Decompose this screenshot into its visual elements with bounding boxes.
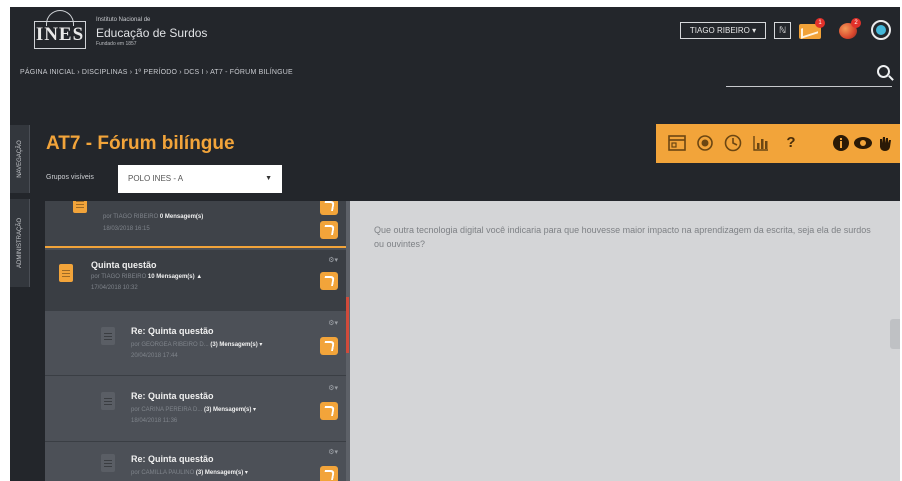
reply-icon[interactable] <box>320 272 338 290</box>
document-icon <box>101 327 115 345</box>
list-item[interactable]: Quinta questão por TIAGO RIBEIRO 10 Mens… <box>45 250 346 310</box>
breadcrumb[interactable]: PÁGINA INICIAL › DISCIPLINAS › 1º PERÍOD… <box>20 69 293 76</box>
post-title[interactable]: Quinta questão <box>91 260 157 270</box>
forum-toolbar: ? <box>656 124 900 163</box>
gear-icon[interactable]: ⚙▾ <box>328 319 338 327</box>
post-author: por TIAGO RIBEIRO <box>91 274 147 280</box>
info-button[interactable] <box>830 132 852 154</box>
message-text: Que outra tecnologia digital você indica… <box>374 225 871 249</box>
gear-icon[interactable]: ⚙▾ <box>328 256 338 264</box>
info-icon <box>833 135 849 151</box>
post-title[interactable]: Re: Quinta questão <box>131 391 214 401</box>
post-meta: por CARINA PEREIRA D... (3) Mensagem(s) … <box>131 406 256 413</box>
reply-icon[interactable] <box>320 201 338 215</box>
user-menu[interactable]: TIAGO RIBEIRO ▾ <box>680 22 766 39</box>
post-date: 17/04/2018 10:32 <box>91 285 138 291</box>
chart-icon <box>753 136 768 151</box>
org-name-line2: Educação de Surdos <box>96 26 208 40</box>
post-title[interactable]: Re: Quinta questão <box>131 326 214 336</box>
search-icon[interactable] <box>877 65 890 78</box>
post-author: por CAMILLA PAULINO <box>131 470 195 476</box>
document-icon <box>101 392 115 410</box>
post-date: 18/04/2018 11:36 <box>131 418 178 424</box>
list-item[interactable]: Re: Quinta questão por GEORGEA RIBEIRO D… <box>45 310 346 375</box>
chevron-down-icon: ▼ <box>265 175 272 182</box>
page-title: AT7 - Fórum bilíngue <box>46 133 235 154</box>
search-input[interactable] <box>726 86 892 87</box>
moodle-window: INES Instituto Nacional de Educação de S… <box>10 7 900 481</box>
clock-icon <box>724 134 742 152</box>
reply-icon[interactable] <box>320 466 338 481</box>
document-icon <box>73 201 87 213</box>
logo[interactable]: INES <box>34 21 86 49</box>
gear-icon[interactable]: ⚙▾ <box>328 384 338 392</box>
post-count[interactable]: (3) Mensagem(s) ▾ <box>196 470 248 476</box>
history-button[interactable] <box>722 132 744 154</box>
tab-navigation[interactable]: NAVEGAÇÃO <box>10 125 30 193</box>
rss-button[interactable]: ℕ <box>774 22 791 39</box>
chat-icon[interactable] <box>871 20 891 40</box>
post-author: por GEORGEA RIBEIRO D... <box>131 342 209 348</box>
tab-administration-label: ADMINISTRAÇÃO <box>16 217 23 269</box>
pane-splitter-indicator <box>346 297 349 353</box>
post-date: 20/04/2018 17:44 <box>131 353 178 359</box>
post-meta: por CAMILLA PAULINO (3) Mensagem(s) ▾ <box>131 469 248 476</box>
post-meta: por GEORGEA RIBEIRO D... (3) Mensagem(s)… <box>131 341 262 348</box>
post-count[interactable]: (3) Mensagem(s) ▾ <box>210 342 262 348</box>
notifications-button[interactable]: 2 <box>838 18 862 40</box>
list-item[interactable]: Re: Quinta questão por CARINA PEREIRA D.… <box>45 375 346 441</box>
accessibility-button[interactable] <box>874 132 896 154</box>
document-icon <box>59 264 73 282</box>
reply-icon[interactable] <box>320 337 338 355</box>
eye-icon <box>854 137 872 149</box>
org-name-line1: Instituto Nacional de <box>96 17 151 23</box>
groups-select[interactable]: POLO INES - A ▼ <box>118 165 282 193</box>
post-meta: por TIAGO RIBEIRO 10 Mensagem(s) ▲ <box>91 274 202 280</box>
layout-icon <box>668 135 686 151</box>
subscribe-button[interactable] <box>694 132 716 154</box>
document-icon <box>101 454 115 472</box>
org-founded: Fundado em 1857 <box>96 41 137 47</box>
post-meta: por TIAGO RIBEIRO 0 Mensagem(s) <box>103 214 203 220</box>
post-author: por CARINA PEREIRA D... <box>131 407 203 413</box>
tab-administration[interactable]: ADMINISTRAÇÃO <box>10 199 30 287</box>
hand-icon <box>880 137 891 151</box>
notifications-badge: 2 <box>851 18 861 28</box>
tab-navigation-label: NAVEGAÇÃO <box>16 140 23 178</box>
help-button[interactable]: ? <box>780 132 802 154</box>
post-count[interactable]: (3) Mensagem(s) ▾ <box>204 407 256 413</box>
messages-button[interactable]: 1 <box>799 18 825 40</box>
display-mode-button[interactable] <box>666 132 688 154</box>
thread-list: por TIAGO RIBEIRO 0 Mensagem(s) 18/03/20… <box>45 201 346 481</box>
post-count: 0 Mensagem(s) <box>159 214 204 220</box>
target-icon <box>697 135 713 151</box>
groups-label: Grupos visíveis <box>46 174 94 181</box>
post-date: 18/03/2018 16:15 <box>103 226 150 232</box>
list-item[interactable]: Re: Quinta questão por CAMILLA PAULINO (… <box>45 441 346 481</box>
post-author: por TIAGO RIBEIRO <box>103 214 159 220</box>
reply-icon[interactable] <box>320 402 338 420</box>
post-count[interactable]: 10 Mensagem(s) ▲ <box>148 274 202 280</box>
groups-selected-value: POLO INES - A <box>128 174 184 183</box>
pane-collapse-handle[interactable] <box>890 319 900 349</box>
list-item[interactable]: por TIAGO RIBEIRO 0 Mensagem(s) 18/03/20… <box>45 201 346 248</box>
reply-icon[interactable] <box>320 221 338 239</box>
visibility-button[interactable] <box>852 132 874 154</box>
messages-badge: 1 <box>815 18 825 28</box>
message-pane: Que outra tecnologia digital você indica… <box>350 201 900 481</box>
post-title[interactable]: Re: Quinta questão <box>131 454 214 464</box>
gear-icon[interactable]: ⚙▾ <box>328 448 338 456</box>
statistics-button[interactable] <box>750 132 772 154</box>
